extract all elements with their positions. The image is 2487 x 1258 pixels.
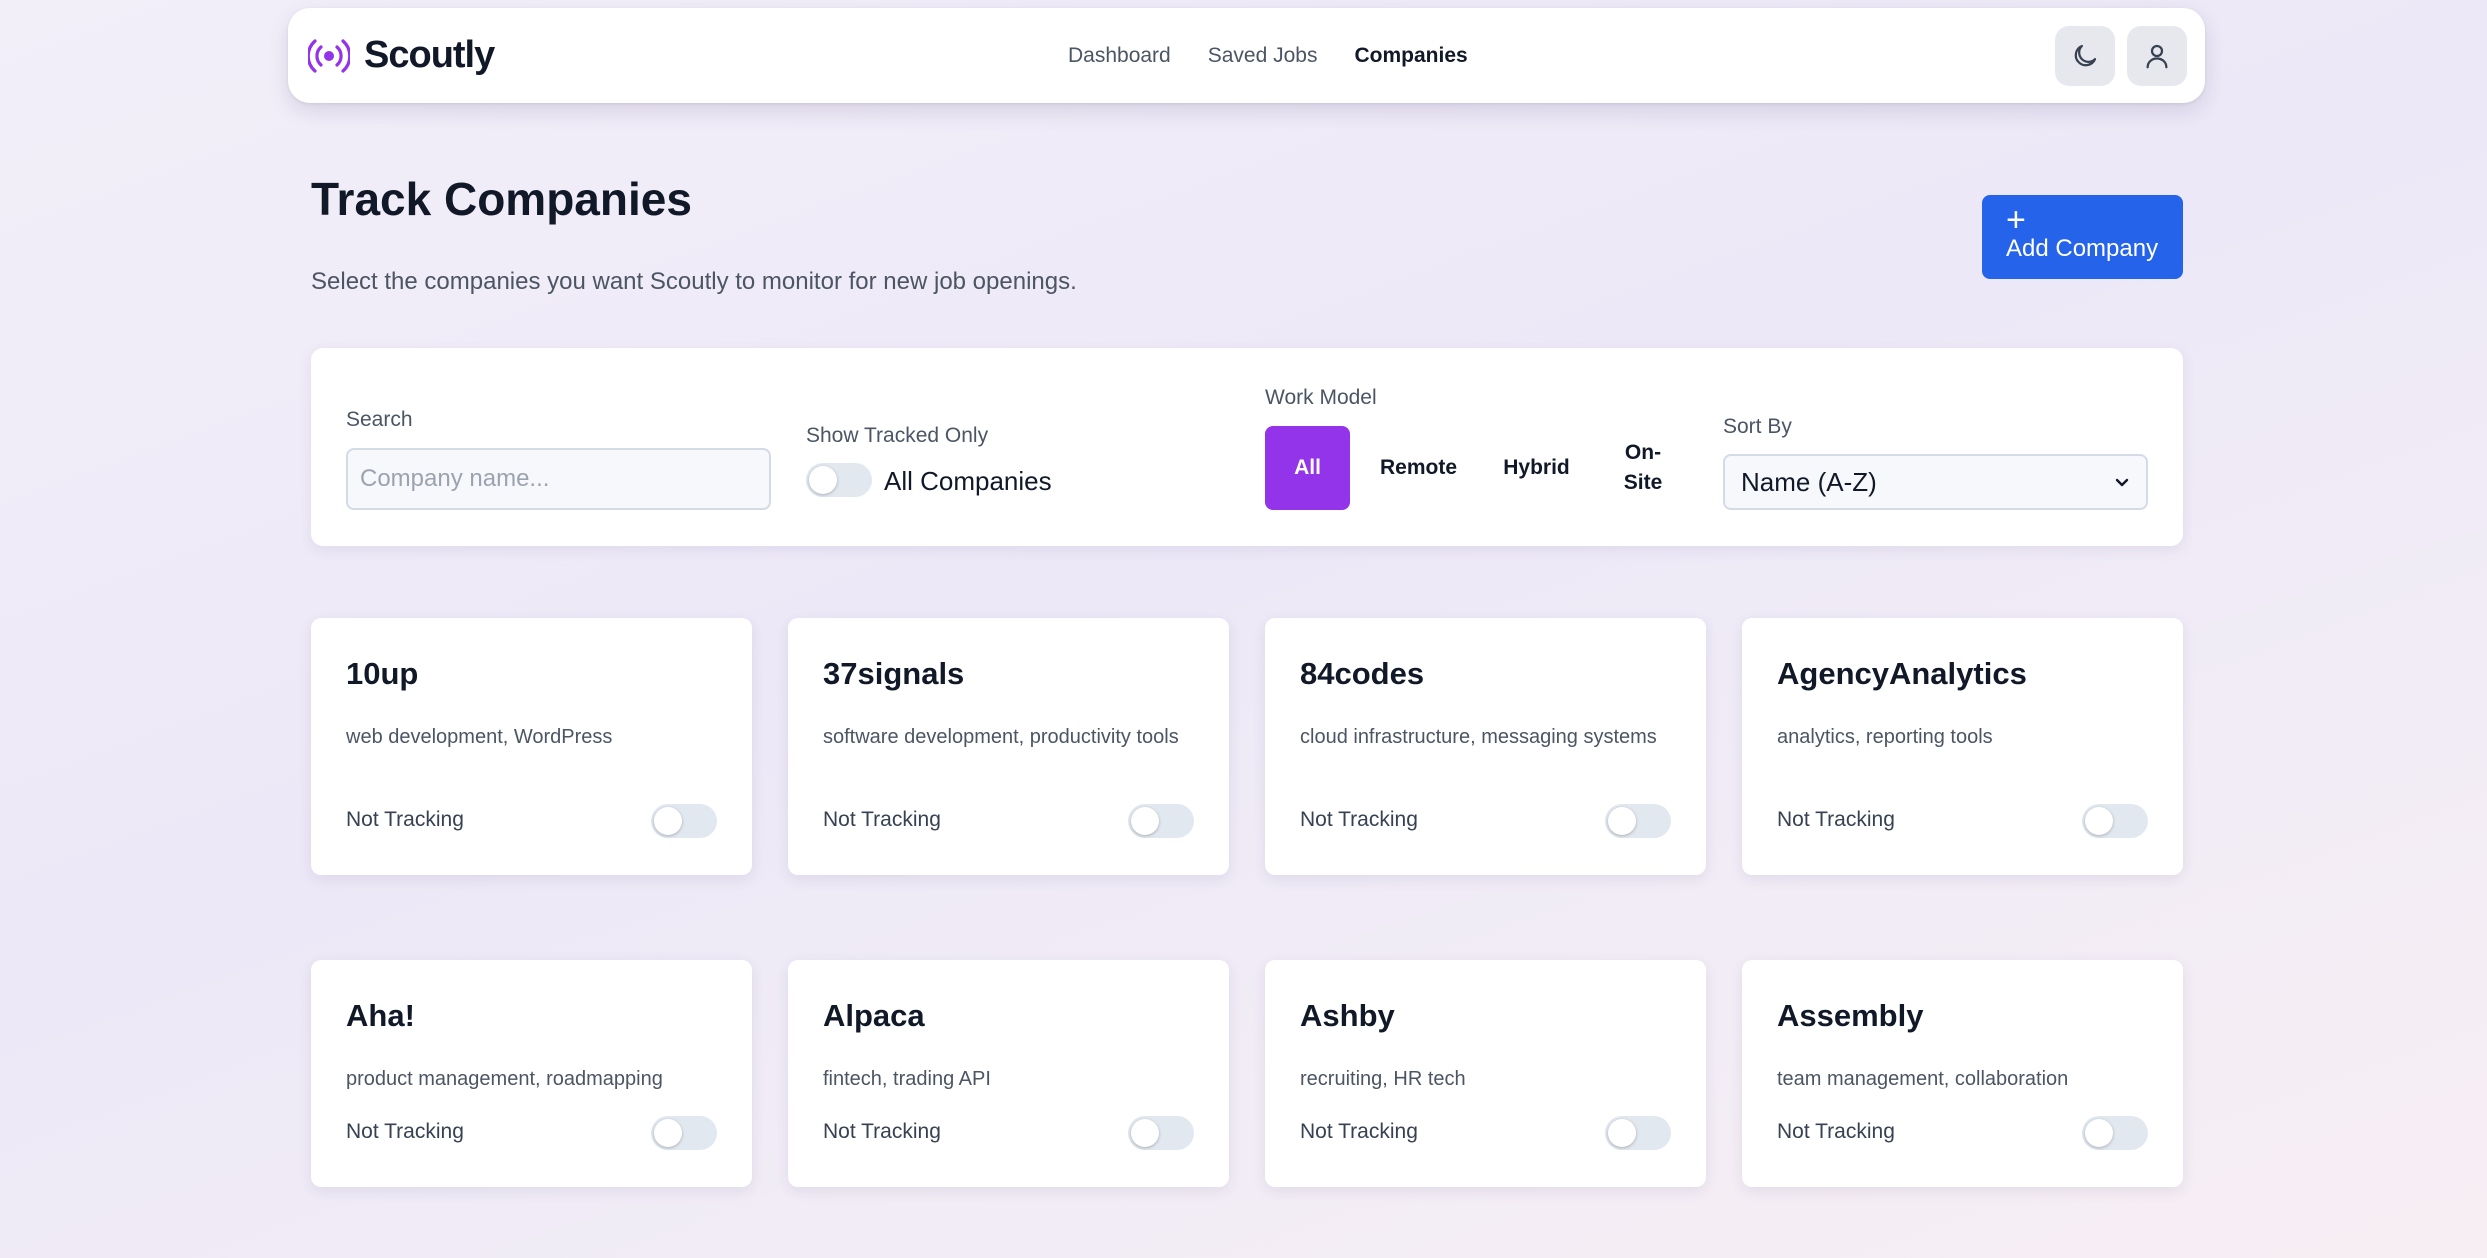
tracking-status: Not Tracking (1777, 808, 1895, 831)
company-name: 10up (346, 656, 419, 691)
nav-link-companies[interactable]: Companies (1354, 44, 1467, 68)
brand[interactable]: Scoutly (308, 8, 495, 103)
company-card: Ashby recruiting, HR tech Not Tracking (1265, 960, 1706, 1187)
company-tags: team management, collaboration (1777, 1068, 2069, 1090)
company-name: AgencyAnalytics (1777, 656, 2027, 691)
toggle-knob (2085, 807, 2113, 835)
tracking-status: Not Tracking (823, 1120, 941, 1143)
tracking-status: Not Tracking (1777, 1120, 1895, 1143)
nav-link-dashboard[interactable]: Dashboard (1068, 44, 1171, 68)
track-toggle[interactable] (2082, 804, 2148, 838)
plus-icon: + (2006, 201, 2026, 239)
track-toggle[interactable] (1128, 804, 1194, 838)
nav-links: Dashboard Saved Jobs Companies (1068, 8, 1468, 103)
top-navbar: Scoutly Dashboard Saved Jobs Companies (288, 8, 2205, 103)
chevron-down-icon (2115, 478, 2129, 487)
company-tags: software development, productivity tools (823, 726, 1179, 748)
company-name: 84codes (1300, 656, 1425, 691)
track-toggle[interactable] (2082, 1116, 2148, 1150)
brand-name: Scoutly (364, 34, 495, 76)
company-card: 84codes cloud infrastructure, messaging … (1265, 618, 1706, 875)
track-toggle[interactable] (651, 804, 717, 838)
company-name: Ashby (1300, 998, 1395, 1033)
company-card: Assembly team management, collaboration … (1742, 960, 2183, 1187)
company-card: Alpaca fintech, trading API Not Tracking (788, 960, 1229, 1187)
sort-select[interactable]: Name (A-Z) (1723, 454, 2148, 510)
tracking-status: Not Tracking (346, 808, 464, 831)
tracked-only-label: Show Tracked Only (806, 424, 989, 447)
company-name: 37signals (823, 656, 965, 691)
company-tags: web development, WordPress (346, 726, 613, 748)
company-tags: fintech, trading API (823, 1068, 991, 1090)
company-name: Assembly (1777, 998, 1924, 1033)
page-title: Track Companies (311, 173, 692, 225)
toggle-knob (654, 807, 682, 835)
company-tags: analytics, reporting tools (1777, 726, 1993, 748)
work-model-all-button[interactable]: All (1265, 426, 1350, 510)
company-card: 10up web development, WordPress Not Trac… (311, 618, 752, 875)
company-name: Alpaca (823, 998, 925, 1033)
toggle-knob (2085, 1119, 2113, 1147)
tracking-status: Not Tracking (823, 808, 941, 831)
toggle-knob (809, 466, 837, 494)
toggle-knob (1608, 807, 1636, 835)
nav-actions (2055, 26, 2187, 86)
track-toggle[interactable] (1605, 1116, 1671, 1150)
toggle-knob (1131, 807, 1159, 835)
work-model-remote-button[interactable]: Remote (1371, 426, 1466, 510)
toggle-knob (1131, 1119, 1159, 1147)
add-company-button[interactable]: + Add Company (1982, 195, 2183, 279)
company-tags: recruiting, HR tech (1300, 1068, 1466, 1090)
company-tags: cloud infrastructure, messaging systems (1300, 726, 1657, 748)
tracking-status: Not Tracking (1300, 808, 1418, 831)
tracking-status: Not Tracking (1300, 1120, 1418, 1143)
filters-panel: Search Show Tracked Only All Companies W… (311, 348, 2183, 546)
user-icon (2146, 44, 2168, 69)
moon-icon (2074, 44, 2097, 67)
sort-value: Name (A-Z) (1741, 466, 1877, 497)
sort-label: Sort By (1723, 415, 1792, 438)
work-model-label: Work Model (1265, 386, 1377, 409)
toggle-knob (1608, 1119, 1636, 1147)
track-toggle[interactable] (651, 1116, 717, 1150)
tracked-only-toggle[interactable] (806, 463, 872, 497)
add-company-label: Add Company (2006, 235, 2159, 262)
company-name: Aha! (346, 998, 415, 1033)
broadcast-icon (308, 38, 350, 73)
company-tags: product management, roadmapping (346, 1068, 663, 1090)
company-card: 37signals software development, producti… (788, 618, 1229, 875)
search-label: Search (346, 408, 413, 431)
page-subtitle: Select the companies you want Scoutly to… (311, 268, 1077, 295)
profile-button[interactable] (2127, 26, 2187, 86)
track-toggle[interactable] (1605, 804, 1671, 838)
theme-toggle-button[interactable] (2055, 26, 2115, 86)
work-model-onsite-button[interactable]: On-Site (1611, 426, 1675, 510)
tracking-status: Not Tracking (346, 1120, 464, 1143)
company-card: AgencyAnalytics analytics, reporting too… (1742, 618, 2183, 875)
toggle-knob (654, 1119, 682, 1147)
work-model-hybrid-button[interactable]: Hybrid (1489, 426, 1584, 510)
nav-link-saved-jobs[interactable]: Saved Jobs (1208, 44, 1318, 68)
search-input[interactable] (346, 448, 771, 510)
track-toggle[interactable] (1128, 1116, 1194, 1150)
tracked-only-value: All Companies (884, 466, 1052, 496)
company-card: Aha! product management, roadmapping Not… (311, 960, 752, 1187)
